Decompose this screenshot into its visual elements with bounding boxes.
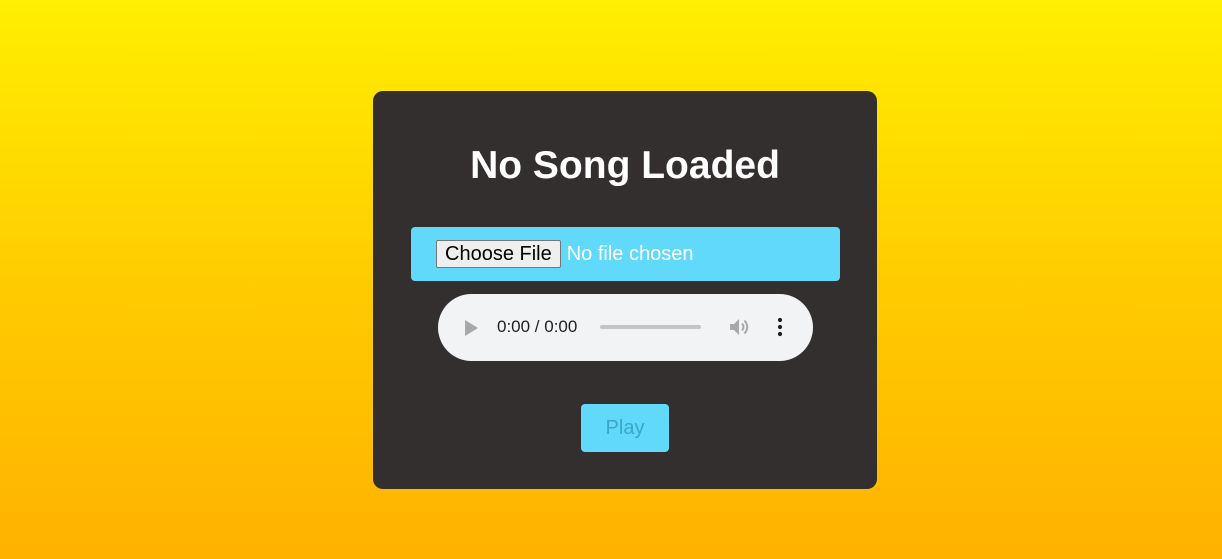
play-button[interactable]: Play	[581, 404, 669, 452]
play-icon[interactable]	[465, 320, 478, 336]
audio-time: 0:00 / 0:00	[497, 317, 578, 336]
page: { "player": { "title": "No Song Loaded",…	[0, 0, 1222, 559]
more-options-icon[interactable]	[775, 317, 785, 337]
choose-file-button[interactable]: Choose File	[436, 240, 561, 268]
file-input[interactable]: Choose File No file chosen	[411, 227, 840, 281]
audio-progress-slider[interactable]	[600, 325, 701, 329]
song-title: No Song Loaded	[470, 144, 780, 187]
volume-icon[interactable]	[729, 317, 751, 337]
file-status-text: No file chosen	[566, 242, 694, 265]
audio-player[interactable]: 0:00 / 0:00	[438, 294, 813, 361]
player-card: No Song Loaded Choose File No file chose…	[373, 91, 877, 489]
